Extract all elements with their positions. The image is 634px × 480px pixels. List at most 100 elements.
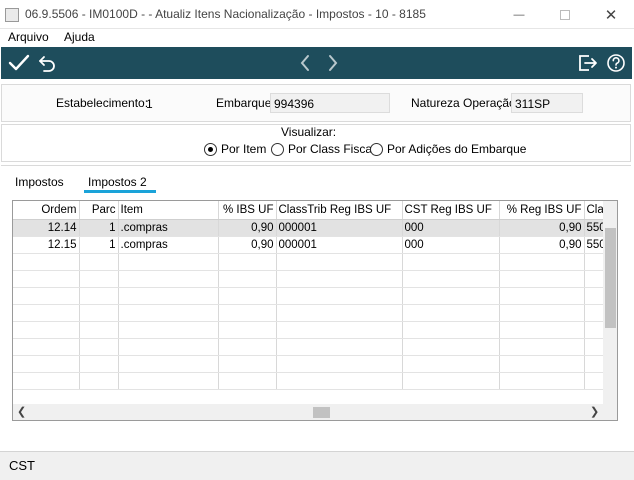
table-cell[interactable] (79, 270, 119, 288)
column-header-classtrib[interactable]: ClassTrib Reg IBS UF (276, 201, 403, 220)
estabelecimento-field[interactable]: 1 (142, 93, 182, 113)
table-row[interactable] (13, 270, 615, 288)
maximize-button[interactable] (542, 0, 588, 29)
next-button[interactable] (321, 50, 345, 76)
table-cell[interactable] (402, 287, 500, 305)
close-button[interactable]: ✕ (588, 0, 634, 29)
table-cell[interactable]: 1 (79, 219, 119, 237)
table-cell[interactable] (118, 287, 219, 305)
table-cell[interactable] (499, 338, 585, 356)
table-cell[interactable] (402, 321, 500, 339)
column-header-item[interactable]: Item (118, 201, 219, 220)
table-cell[interactable] (79, 355, 119, 373)
table-row[interactable] (13, 321, 615, 339)
table-cell[interactable] (13, 287, 80, 305)
table-row[interactable] (13, 355, 615, 373)
table-cell[interactable] (218, 253, 277, 271)
table-cell[interactable] (499, 270, 585, 288)
table-cell[interactable] (13, 338, 80, 356)
table-cell[interactable] (499, 253, 585, 271)
table-row[interactable] (13, 287, 615, 305)
table-cell[interactable] (79, 304, 119, 322)
table-cell[interactable] (79, 287, 119, 305)
horizontal-scrollbar[interactable]: ❮ ❯ (13, 404, 617, 420)
table-cell[interactable] (499, 355, 585, 373)
table-cell[interactable] (218, 372, 277, 390)
table-cell[interactable] (118, 253, 219, 271)
table-cell[interactable] (118, 304, 219, 322)
table-cell[interactable] (276, 253, 403, 271)
table-cell[interactable] (13, 321, 80, 339)
table-cell[interactable]: 0,90 (499, 236, 585, 254)
table-cell[interactable] (402, 253, 500, 271)
help-button[interactable] (603, 50, 629, 76)
column-header-reg-ibs-uf[interactable]: % Reg IBS UF (499, 201, 585, 220)
table-cell[interactable] (218, 321, 277, 339)
minimize-button[interactable]: — (496, 0, 542, 29)
menu-ajuda[interactable]: Ajuda (64, 30, 95, 44)
table-cell[interactable]: 000001 (276, 219, 403, 237)
table-cell[interactable] (218, 304, 277, 322)
table-cell[interactable]: 0,90 (499, 219, 585, 237)
table-cell[interactable]: .compras (118, 219, 219, 237)
tab-impostos-2[interactable]: Impostos 2 (88, 175, 147, 189)
table-cell[interactable] (218, 338, 277, 356)
table-cell[interactable] (276, 270, 403, 288)
scroll-left-icon[interactable]: ❮ (17, 405, 26, 418)
table-cell[interactable] (13, 270, 80, 288)
table-cell[interactable]: 000 (402, 219, 500, 237)
table-row[interactable] (13, 372, 615, 390)
table-cell[interactable] (118, 355, 219, 373)
table-cell[interactable] (118, 338, 219, 356)
table-cell[interactable] (499, 287, 585, 305)
radio-por-class-fiscal[interactable]: Por Class Fiscal (271, 142, 375, 156)
table-cell[interactable] (499, 372, 585, 390)
table-cell[interactable] (499, 304, 585, 322)
radio-por-adicoes[interactable]: Por Adições do Embarque (370, 142, 526, 156)
table-cell[interactable] (276, 287, 403, 305)
table-row[interactable]: 12.14 1 .compras 0,90 000001 000 0,90 550 (13, 219, 615, 237)
table-cell[interactable] (402, 270, 500, 288)
scroll-right-icon[interactable]: ❯ (590, 405, 599, 418)
table-cell[interactable] (13, 253, 80, 271)
horizontal-scroll-thumb[interactable] (313, 407, 330, 418)
column-header-parc[interactable]: Parc (79, 201, 119, 220)
table-cell[interactable]: 0,90 (218, 219, 277, 237)
table-cell[interactable]: 1 (79, 236, 119, 254)
table-cell[interactable] (79, 321, 119, 339)
table-cell[interactable] (402, 304, 500, 322)
table-cell[interactable]: 000 (402, 236, 500, 254)
table-cell[interactable] (218, 270, 277, 288)
table-cell[interactable] (402, 338, 500, 356)
confirm-button[interactable] (6, 50, 32, 76)
table-cell[interactable] (276, 304, 403, 322)
table-cell[interactable] (13, 372, 80, 390)
exit-button[interactable] (575, 50, 601, 76)
radio-por-item[interactable]: Por Item (204, 142, 266, 156)
table-cell[interactable] (402, 372, 500, 390)
column-header-ibs-uf[interactable]: % IBS UF (218, 201, 277, 220)
table-cell[interactable] (118, 372, 219, 390)
table-cell[interactable] (13, 355, 80, 373)
vertical-scroll-thumb[interactable] (605, 228, 616, 328)
table-cell[interactable] (79, 253, 119, 271)
table-row[interactable] (13, 338, 615, 356)
menu-arquivo[interactable]: Arquivo (8, 30, 49, 44)
table-cell[interactable]: 0,90 (218, 236, 277, 254)
table-cell[interactable] (13, 304, 80, 322)
table-cell[interactable] (276, 338, 403, 356)
natureza-operacao-field[interactable]: 311SP (511, 93, 583, 113)
undo-button[interactable] (35, 50, 59, 76)
table-cell[interactable] (276, 372, 403, 390)
table-cell[interactable]: 12.15 (13, 236, 80, 254)
column-header-ordem[interactable]: Ordem (13, 201, 80, 220)
table-cell[interactable] (499, 321, 585, 339)
table-row[interactable] (13, 304, 615, 322)
table-cell[interactable]: .compras (118, 236, 219, 254)
table-cell[interactable] (79, 338, 119, 356)
table-cell[interactable]: 000001 (276, 236, 403, 254)
table-row[interactable] (13, 253, 615, 271)
column-header-cst-reg[interactable]: CST Reg IBS UF (402, 201, 500, 220)
embarque-field[interactable]: 994396 (270, 93, 390, 113)
table-cell[interactable] (402, 355, 500, 373)
